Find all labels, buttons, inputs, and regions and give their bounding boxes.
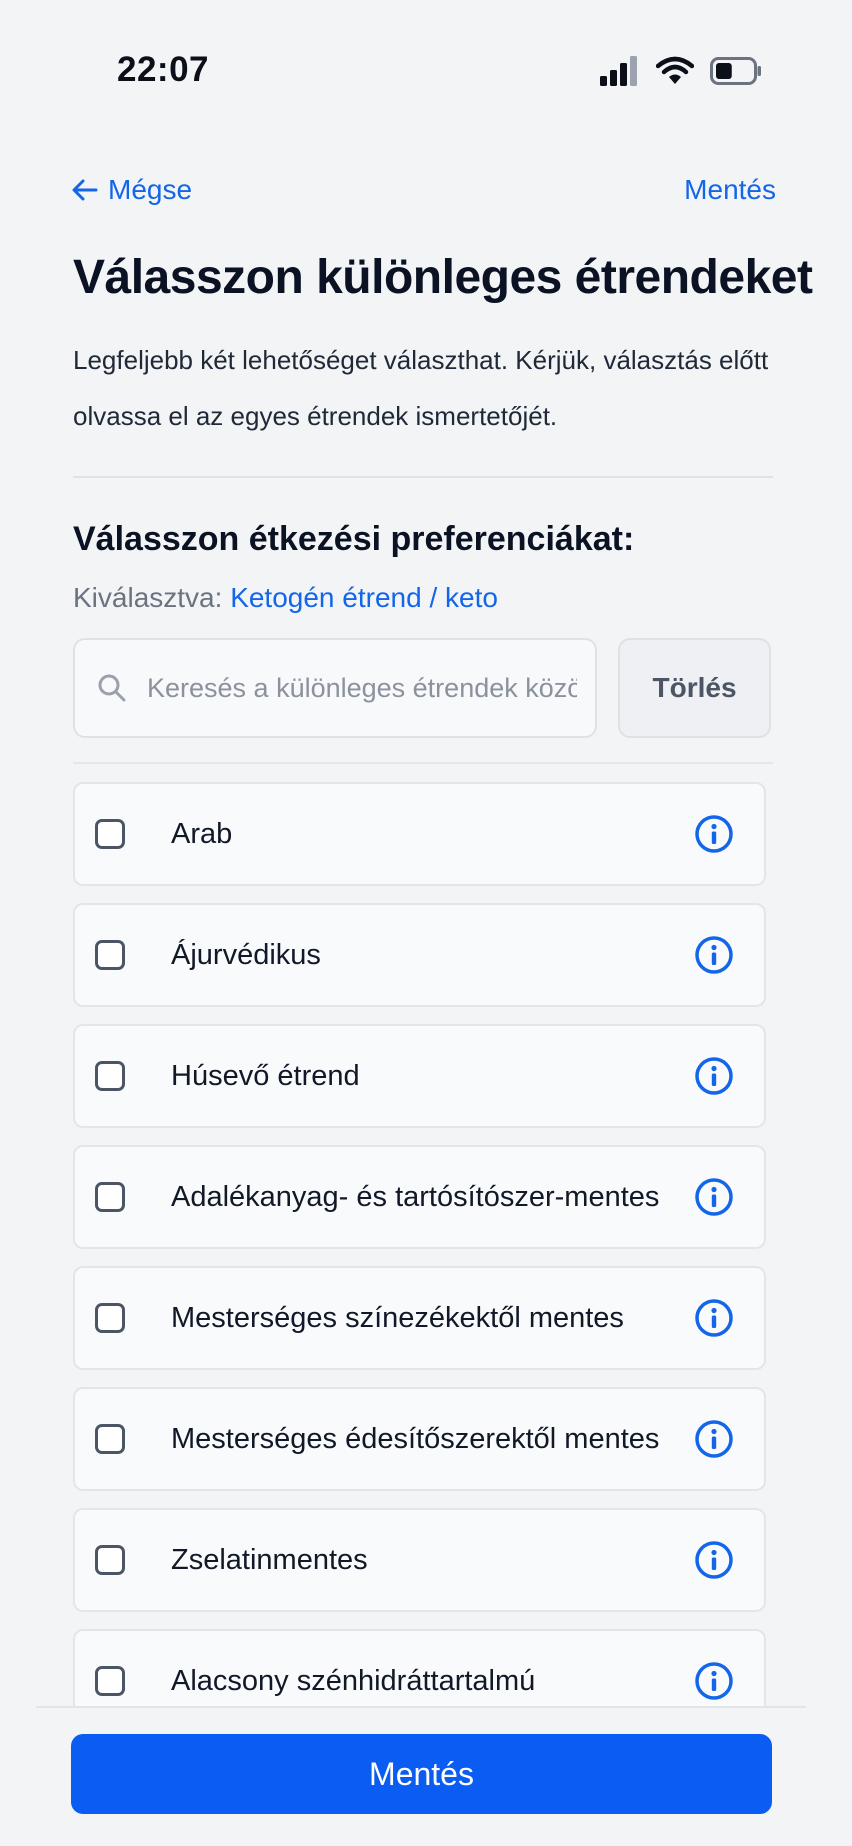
info-icon[interactable]: [694, 1540, 734, 1580]
info-icon[interactable]: [694, 1056, 734, 1096]
diet-checkbox[interactable]: [95, 940, 125, 970]
diet-checkbox[interactable]: [95, 1061, 125, 1091]
info-icon[interactable]: [694, 935, 734, 975]
diet-checkbox[interactable]: [95, 1666, 125, 1696]
diet-label: Alacsony szénhidráttartalmú: [171, 1664, 536, 1697]
info-icon[interactable]: [694, 1177, 734, 1217]
diet-checkbox[interactable]: [95, 1424, 125, 1454]
selected-summary: Kiválasztva: Ketogén étrend / keto: [73, 582, 498, 614]
diet-list-item[interactable]: Arab: [73, 782, 766, 886]
divider: [73, 762, 773, 764]
search-icon: [98, 674, 126, 702]
status-icons: [600, 56, 762, 86]
diet-checkbox[interactable]: [95, 1545, 125, 1575]
search-box[interactable]: [73, 638, 597, 738]
diet-list-item[interactable]: Mesterséges színezékektől mentes: [73, 1266, 766, 1370]
diet-list-item[interactable]: Mesterséges édesítőszerektől mentes: [73, 1387, 766, 1491]
diet-checkbox[interactable]: [95, 1182, 125, 1212]
save-button[interactable]: Mentés: [71, 1734, 772, 1814]
diet-label: Mesterséges színezékektől mentes: [171, 1301, 624, 1334]
signal-icon: [600, 56, 637, 86]
cancel-label: Mégse: [108, 174, 193, 205]
page-title: Válasszon különleges étrendeket: [73, 251, 813, 304]
save-link[interactable]: Mentés: [684, 174, 776, 206]
cancel-button[interactable]: Mégse: [72, 174, 192, 206]
page-description: Legfeljebb két lehetőséget választhat. K…: [73, 345, 769, 431]
divider: [73, 476, 773, 478]
diet-label: Adalékanyag- és tartósítószer-mentes: [171, 1180, 660, 1213]
back-arrow-icon: [72, 179, 98, 201]
diet-label: Zselatinmentes: [171, 1543, 368, 1576]
section-title: Válasszon étkezési preferenciákat:: [73, 520, 635, 558]
clear-button[interactable]: Törlés: [618, 638, 771, 738]
wifi-icon: [656, 56, 694, 84]
diet-list-item[interactable]: Adalékanyag- és tartósítószer-mentes: [73, 1145, 766, 1249]
diet-list-item[interactable]: Húsevő étrend: [73, 1024, 766, 1128]
top-nav: Mégse Mentés: [72, 170, 776, 210]
diet-label: Mesterséges édesítőszerektől mentes: [171, 1422, 660, 1455]
battery-icon: [710, 57, 761, 85]
info-icon[interactable]: [694, 1419, 734, 1459]
selected-value: Ketogén étrend / keto: [230, 582, 498, 613]
info-icon[interactable]: [694, 1298, 734, 1338]
diet-label: Ájurvédikus: [171, 938, 321, 971]
search-input[interactable]: [147, 672, 577, 704]
diet-list: Arab Ájurvédikus Húsevő étrend Adalékanyag-…: [73, 782, 766, 1706]
status-time: 22:07: [117, 50, 210, 89]
diet-list-item[interactable]: Alacsony szénhidráttartalmú: [73, 1629, 766, 1706]
diet-list-viewport[interactable]: Arab Ájurvédikus Húsevő étrend Adalékanyag-…: [0, 766, 852, 1706]
diet-checkbox[interactable]: [95, 819, 125, 849]
diet-list-item[interactable]: Ájurvédikus: [73, 903, 766, 1007]
diet-list-item[interactable]: Zselatinmentes: [73, 1508, 766, 1612]
divider: [36, 1706, 806, 1708]
diet-label: Húsevő étrend: [171, 1059, 360, 1092]
selected-label: Kiválasztva:: [73, 582, 223, 613]
bottom-bar: Mentés: [0, 1706, 852, 1846]
save-link-label: Mentés: [684, 174, 776, 205]
info-icon[interactable]: [694, 814, 734, 854]
info-icon[interactable]: [694, 1661, 734, 1701]
status-bar: 22:07: [0, 0, 852, 150]
diet-checkbox[interactable]: [95, 1303, 125, 1333]
diet-label: Arab: [171, 817, 233, 850]
